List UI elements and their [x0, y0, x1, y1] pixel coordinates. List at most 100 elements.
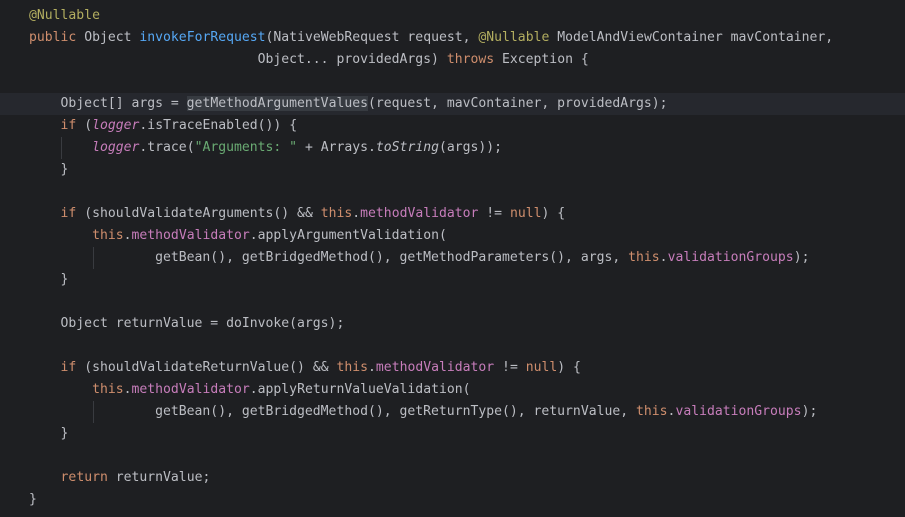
code-token: .isTraceEnabled()) { — [139, 118, 298, 133]
code-line-text: } — [29, 423, 69, 445]
code-token: ); — [801, 404, 818, 419]
code-token: (NativeWebRequest request, — [265, 30, 479, 45]
code-editor[interactable]: } return returnValue; } getBean(), getBr… — [0, 0, 905, 517]
code-line[interactable] — [0, 181, 905, 203]
keyword-token: null — [509, 206, 542, 221]
code-line-text: } — [29, 159, 69, 181]
annotation-token: @Nullable — [478, 30, 550, 45]
code-token: Exception { — [494, 52, 589, 67]
code-line[interactable]: public Object invokeForRequest(NativeWeb… — [0, 27, 905, 49]
method-name-token: invokeForRequest — [139, 30, 266, 45]
keyword-token: this — [92, 228, 124, 243]
code-token: (args)); — [438, 140, 503, 155]
code-line-current[interactable]: Object[] args = getMethodArgumentValues(… — [0, 93, 905, 115]
keyword-token: public — [29, 30, 77, 45]
code-line-text: return returnValue; — [29, 467, 211, 489]
code-token: getBean(), getBridgedMethod(), getReturn… — [29, 404, 636, 419]
code-line[interactable]: this.methodValidator.applyReturnValueVal… — [0, 379, 905, 401]
field-token: methodValidator — [131, 228, 250, 243]
code-token: } — [29, 426, 69, 441]
keyword-token: return — [60, 470, 108, 485]
code-token: (shouldValidateArguments() && — [76, 206, 321, 221]
code-line[interactable]: if (logger.isTraceEnabled()) { — [0, 115, 905, 137]
code-line-text: } — [29, 269, 69, 291]
code-line-text: if (shouldValidateArguments() && this.me… — [29, 203, 566, 225]
code-line-text: Object returnValue = doInvoke(args); — [29, 313, 345, 335]
code-line[interactable]: this.methodValidator.applyArgumentValida… — [0, 225, 905, 247]
code-line-text: @Nullable — [29, 5, 100, 27]
string-literal-token: "Arguments: " — [194, 140, 298, 155]
keyword-token: if — [60, 360, 77, 375]
code-line[interactable] — [0, 71, 905, 93]
keyword-token: this — [336, 360, 369, 375]
code-line[interactable] — [0, 445, 905, 467]
code-line-text: getBean(), getBridgedMethod(), getMethod… — [29, 247, 809, 269]
keyword-token: this — [636, 404, 668, 419]
code-line[interactable]: } — [0, 423, 905, 445]
keyword-token: this — [628, 250, 660, 265]
code-token: getBean(), getBridgedMethod(), getMethod… — [29, 250, 629, 265]
code-line[interactable]: @Nullable — [0, 5, 905, 27]
static-method-token: toString — [375, 140, 439, 155]
code-token: . — [352, 206, 361, 221]
code-token: . — [368, 360, 376, 375]
keyword-token: this — [320, 206, 353, 221]
code-line-text: Object... providedArgs) throws Exception… — [29, 49, 589, 71]
code-line[interactable]: Object returnValue = doInvoke(args); — [0, 313, 905, 335]
code-line[interactable]: Object... providedArgs) throws Exception… — [0, 49, 905, 71]
code-line-text: if (shouldValidateReturnValue() && this.… — [29, 357, 581, 379]
code-token: .applyReturnValueValidation( — [249, 382, 471, 397]
code-token: ( — [76, 118, 93, 133]
code-line-text: Object[] args = getMethodArgumentValues(… — [29, 93, 668, 115]
code-token: != — [494, 360, 526, 375]
code-token: } — [29, 272, 69, 287]
code-line[interactable]: } — [0, 489, 905, 511]
code-line-text: this.methodValidator.applyArgumentValida… — [29, 225, 447, 247]
code-line[interactable]: if (shouldValidateReturnValue() && this.… — [0, 357, 905, 379]
logger-field-token: logger — [92, 118, 140, 133]
field-token: validationGroups — [667, 250, 794, 265]
code-token: .trace( — [139, 140, 195, 155]
highlighted-usage-token: getMethodArgumentValues — [186, 96, 368, 111]
indent-guide — [93, 247, 94, 269]
code-token: . — [123, 228, 132, 243]
code-line[interactable]: return returnValue; — [0, 467, 905, 489]
keyword-token: null — [525, 360, 558, 375]
code-token: ) { — [557, 360, 581, 375]
code-line-text: this.methodValidator.applyReturnValueVal… — [29, 379, 471, 401]
keyword-token: throws — [446, 52, 495, 67]
code-line[interactable]: } — [0, 159, 905, 181]
code-token: Object[] args = — [29, 96, 187, 111]
code-line[interactable]: logger.trace("Arguments: " + Arrays.toSt… — [0, 137, 905, 159]
code-token: Object... providedArgs) — [29, 52, 447, 67]
code-line-text: } — [29, 489, 37, 511]
keyword-token: if — [60, 206, 77, 221]
code-token: returnValue; — [107, 470, 211, 485]
field-token: methodValidator — [360, 206, 479, 221]
code-token: } — [29, 162, 69, 177]
code-token: ModelAndViewContainer mavContainer, — [549, 30, 834, 45]
code-token: .applyArgumentValidation( — [249, 228, 447, 243]
code-line[interactable]: if (shouldValidateArguments() && this.me… — [0, 203, 905, 225]
indent-guide — [93, 401, 94, 423]
code-line[interactable]: getBean(), getBridgedMethod(), getMethod… — [0, 247, 905, 269]
annotation-token: @Nullable — [29, 8, 100, 23]
code-token: Object — [76, 30, 140, 45]
code-token: . — [123, 382, 132, 397]
code-line[interactable]: getBean(), getBridgedMethod(), getReturn… — [0, 401, 905, 423]
field-token: methodValidator — [375, 360, 495, 375]
code-token: Object returnValue = doInvoke(args); — [29, 316, 345, 331]
code-line[interactable] — [0, 291, 905, 313]
code-line-text: if (logger.isTraceEnabled()) { — [29, 115, 298, 137]
code-token: (shouldValidateReturnValue() && — [76, 360, 337, 375]
code-token: ) { — [541, 206, 566, 221]
keyword-token: this — [92, 382, 124, 397]
code-token: . — [659, 250, 668, 265]
code-line[interactable] — [0, 335, 905, 357]
code-line[interactable]: } — [0, 269, 905, 291]
